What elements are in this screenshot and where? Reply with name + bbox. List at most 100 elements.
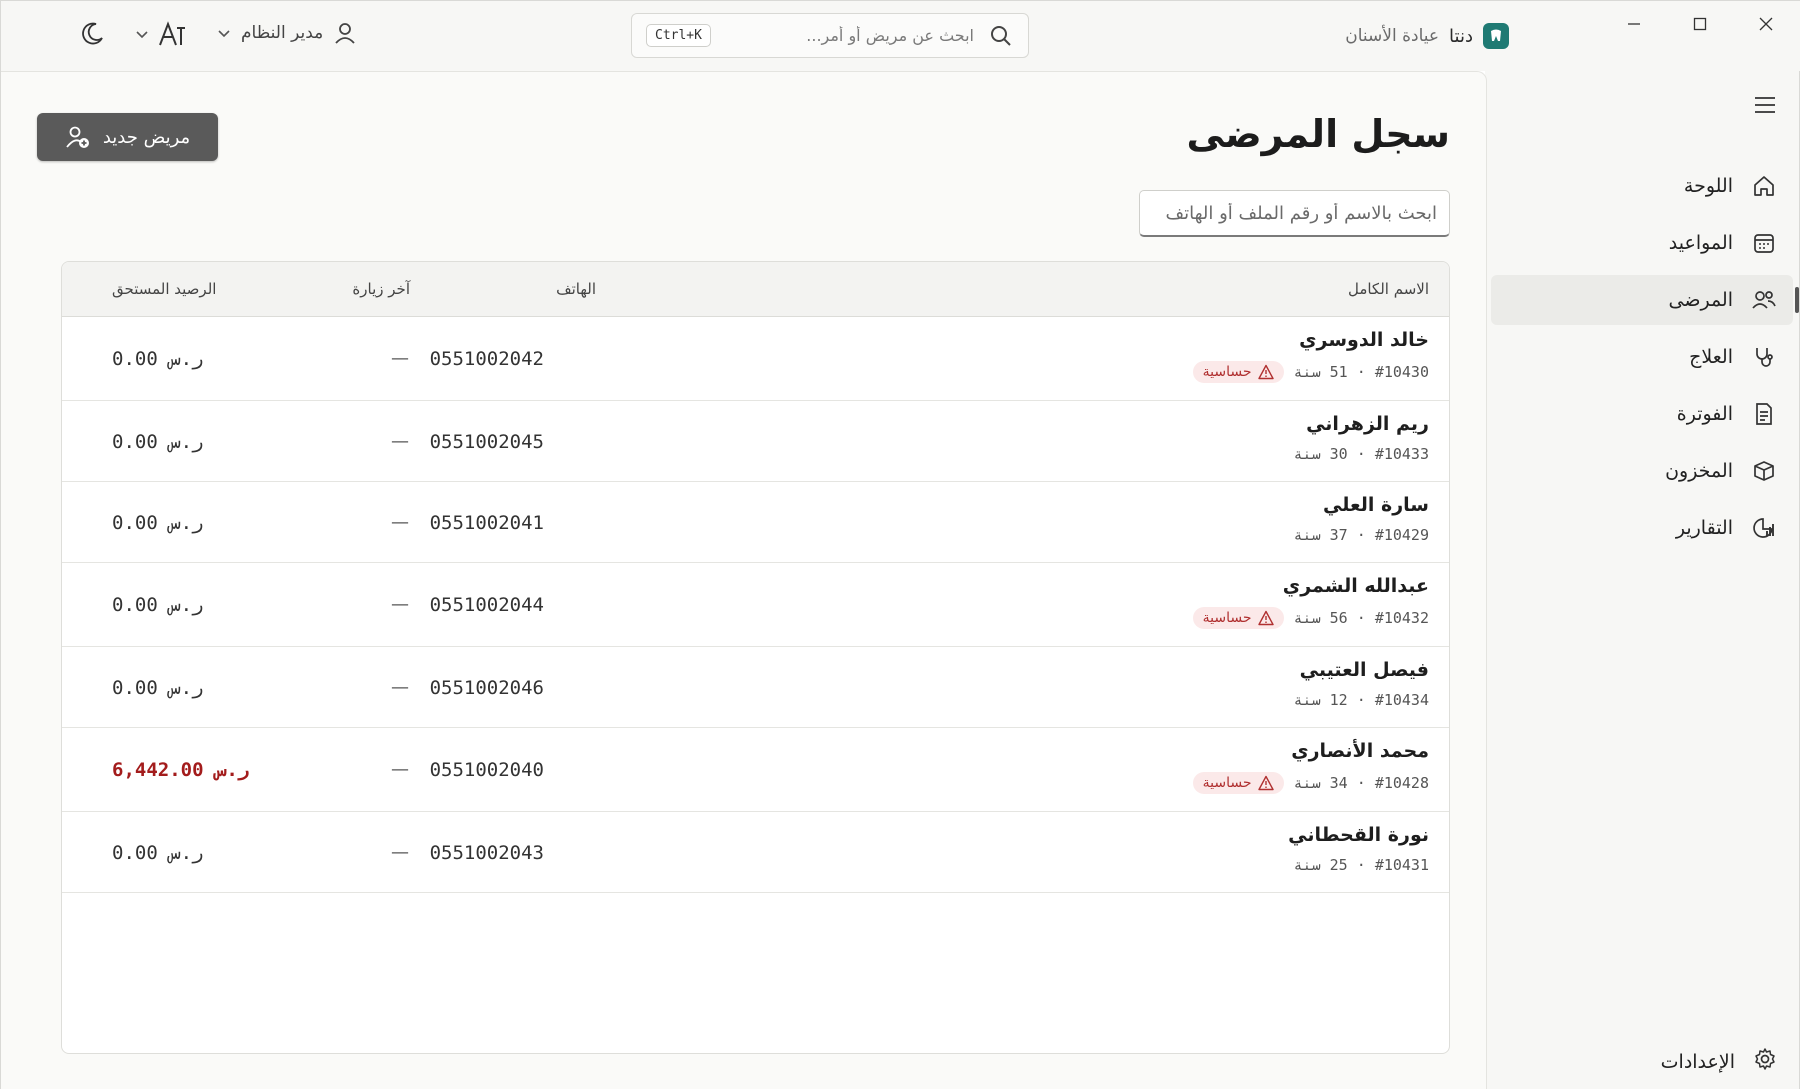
patient-meta: #10430 · 51 سنة حساسية	[1192, 361, 1429, 383]
patient-meta: #10433 · 30 سنة	[1294, 445, 1429, 463]
patient-name: فيصل العتيبي	[1299, 659, 1429, 681]
patient-name: عبدالله الشمري	[1282, 575, 1429, 597]
patient-id-age: #10432 · 56 سنة	[1293, 609, 1429, 627]
user-name: مدير النظام	[241, 23, 324, 43]
calendar-icon	[1751, 230, 1777, 256]
patient-search-input[interactable]	[1139, 190, 1450, 237]
patient-meta: #10428 · 34 سنة حساسية	[1192, 772, 1429, 794]
sidebar-item-patients[interactable]: المرضى	[1491, 275, 1799, 325]
table-row[interactable]: ريم الزهراني #10433 · 30 سنة 0551002045 — 0.…	[62, 401, 1449, 482]
brand: دنتا عيادة الأسنان	[1345, 23, 1509, 49]
patient-balance: 0.00 ر.س	[112, 348, 204, 370]
patient-last-visit: —	[391, 759, 409, 780]
app-subtitle: عيادة الأسنان	[1345, 26, 1440, 46]
close-icon	[1759, 17, 1773, 31]
sidebar-item-reports[interactable]: التقارير	[1491, 503, 1793, 553]
sidebar-item-treatment[interactable]: العلاج	[1491, 332, 1793, 382]
maximize-button[interactable]	[1667, 1, 1733, 47]
sidebar-item-label: الفوترة	[1676, 403, 1733, 425]
sidebar-item-inventory[interactable]: المخزون	[1491, 446, 1793, 496]
patient-name: محمد الأنصاري	[1291, 740, 1429, 762]
settings-label: الإعدادات	[1660, 1050, 1735, 1073]
table-body: خالد الدوسري #10430 · 51 سنة حساسية 0551002…	[62, 317, 1449, 893]
patient-phone: 0551002042	[429, 348, 544, 370]
hamburger-icon	[1755, 97, 1775, 113]
report-icon	[1751, 515, 1777, 541]
patient-id-age: #10428 · 34 سنة	[1293, 774, 1429, 792]
patient-name: سارة العلي	[1323, 494, 1429, 516]
patient-balance: 0.00 ر.س	[112, 512, 204, 534]
global-search-input[interactable]	[720, 26, 974, 45]
window-controls	[1601, 1, 1799, 47]
gear-icon	[1753, 1047, 1777, 1076]
sidebar: اللوحة المواعيد المرضى العلاج الفوترة ال…	[1485, 71, 1799, 1089]
warning-icon	[1257, 364, 1274, 380]
tooth-logo-icon	[1483, 23, 1509, 49]
warning-icon	[1257, 775, 1274, 791]
text-size-icon	[159, 21, 185, 46]
column-name[interactable]: الاسم الكامل	[1348, 280, 1429, 298]
patient-balance: 0.00 ر.س	[112, 594, 204, 616]
user-icon	[335, 23, 355, 44]
patient-phone: 0551002043	[429, 842, 544, 864]
invoice-icon	[1751, 401, 1777, 427]
sidebar-item-label: اللوحة	[1683, 175, 1733, 197]
column-phone[interactable]: الهاتف	[556, 280, 596, 298]
sidebar-item-settings[interactable]: الإعدادات	[1661, 1047, 1777, 1076]
patient-meta: #10434 · 12 سنة	[1294, 691, 1429, 709]
patient-balance: 6,442.00 ر.س	[112, 759, 250, 781]
patient-last-visit: —	[391, 512, 409, 533]
user-menu[interactable]: مدير النظام	[217, 21, 357, 45]
table-row[interactable]: سارة العلي #10429 · 37 سنة 0551002041 — 0.00…	[62, 482, 1449, 563]
home-icon	[1751, 173, 1777, 199]
patient-balance: 0.00 ر.س	[112, 431, 204, 453]
menu-toggle-button[interactable]	[1753, 93, 1777, 121]
sidebar-item-label: المخزون	[1665, 460, 1733, 482]
patient-phone: 0551002046	[429, 677, 544, 699]
theme-toggle-button[interactable]	[79, 21, 105, 51]
sidebar-item-label: المرضى	[1668, 289, 1733, 311]
patient-phone: 0551002040	[429, 759, 544, 781]
column-last-visit[interactable]: آخر زيارة	[352, 280, 410, 298]
sidebar-item-dashboard[interactable]: اللوحة	[1491, 161, 1793, 211]
table-row[interactable]: محمد الأنصاري #10428 · 34 سنة حساسية 055100…	[62, 728, 1449, 812]
main-content: سجل المرضى مريض جديد الاسم الكامل الهاتف…	[1, 71, 1487, 1089]
moon-icon	[82, 22, 103, 45]
table-header: الاسم الكامل الهاتف آخر زيارة الرصيد الم…	[62, 262, 1449, 317]
font-size-button[interactable]	[135, 19, 187, 49]
add-user-icon	[66, 126, 89, 148]
sidebar-item-label: المواعيد	[1668, 232, 1733, 254]
sidebar-item-appointments[interactable]: المواعيد	[1491, 218, 1793, 268]
table-row[interactable]: خالد الدوسري #10430 · 51 سنة حساسية 0551002…	[62, 317, 1449, 401]
table-row[interactable]: نورة القحطاني #10431 · 25 سنة 0551002043 — 0…	[62, 812, 1449, 893]
allergy-badge: حساسية	[1192, 772, 1284, 794]
patient-phone: 0551002041	[429, 512, 544, 534]
minimize-icon	[1628, 23, 1640, 25]
sidebar-item-label: العلاج	[1689, 346, 1733, 368]
new-patient-button[interactable]: مريض جديد	[37, 113, 218, 161]
box-icon	[1751, 458, 1777, 484]
patient-name: خالد الدوسري	[1299, 329, 1429, 351]
minimize-button[interactable]	[1601, 1, 1667, 47]
sidebar-item-billing[interactable]: الفوترة	[1491, 389, 1793, 439]
patient-last-visit: —	[391, 594, 409, 615]
patient-meta: #10431 · 25 سنة	[1294, 856, 1429, 874]
stethoscope-icon	[1751, 344, 1777, 370]
patient-name: ريم الزهراني	[1306, 413, 1429, 435]
column-balance[interactable]: الرصيد المستحق	[112, 280, 216, 298]
sidebar-item-label: التقارير	[1675, 517, 1733, 539]
patient-id-age: #10433 · 30 سنة	[1293, 445, 1429, 463]
allergy-label: حساسية	[1202, 775, 1252, 791]
new-patient-label: مريض جديد	[102, 126, 191, 148]
patient-last-visit: —	[391, 677, 409, 698]
table-row[interactable]: عبدالله الشمري #10432 · 56 سنة حساسية 05510…	[62, 563, 1449, 647]
patient-last-visit: —	[391, 842, 409, 863]
close-button[interactable]	[1733, 1, 1799, 47]
patient-phone: 0551002045	[429, 431, 544, 453]
chevron-down-icon	[218, 30, 230, 38]
patient-meta: #10429 · 37 سنة	[1294, 526, 1429, 544]
patient-id-age: #10429 · 37 سنة	[1293, 526, 1429, 544]
table-row[interactable]: فيصل العتيبي #10434 · 12 سنة 0551002046 — 0.…	[62, 647, 1449, 728]
global-search[interactable]: Ctrl+K	[631, 13, 1029, 58]
page-title: سجل المرضى	[1186, 112, 1450, 156]
